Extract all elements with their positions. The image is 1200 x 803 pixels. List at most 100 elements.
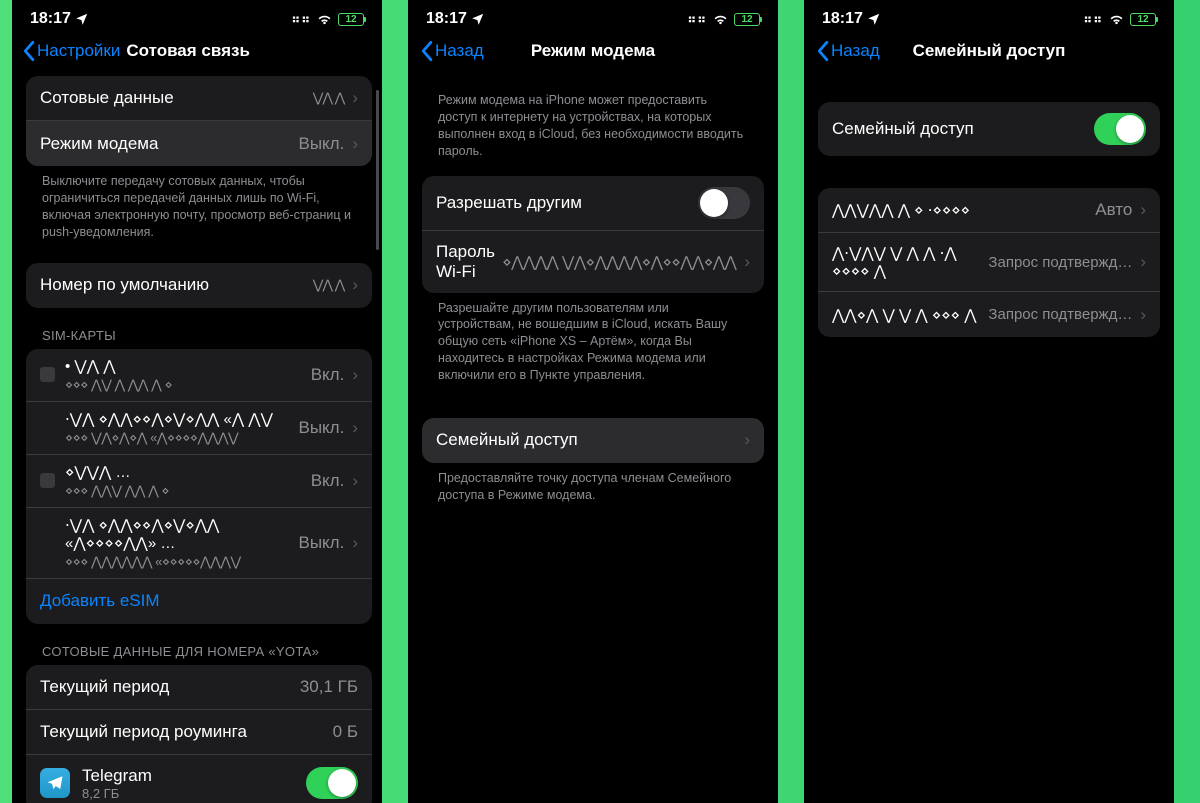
sim-row[interactable]: ⋅⋁⋀ ⋄⋀⋀⋄⋄⋀⋄⋁⋄⋀⋀ «⋀⋄⋄⋄⋄⋀⋀» … ⋄⋄⋄ ⋀⋀⋀⋀⋀⋀ «⋄… <box>26 508 372 579</box>
chevron-left-icon <box>22 40 35 62</box>
chevron-right-icon: › <box>352 275 358 295</box>
row-wifi-password[interactable]: Пароль Wi-Fi ⋄⋀⋀⋀⋀ ⋁⋀⋄⋀⋀⋀⋀⋄⋀⋄⋄⋀⋀⋄⋀⋀ › <box>422 231 764 293</box>
chevron-right-icon: › <box>352 533 358 553</box>
phone-hotspot: 18:17 ⠶⠶ 12 Назад Режим модема Режим мод… <box>408 0 778 803</box>
sim-square-icon <box>40 367 55 382</box>
label: Разрешать другим <box>436 193 698 213</box>
status-bar: 18:17 ⠶⠶ 12 <box>12 0 382 32</box>
wifi-icon <box>316 13 333 26</box>
label: Пароль Wi-Fi <box>436 242 502 282</box>
chevron-right-icon: › <box>352 88 358 108</box>
sim-name: ⋅⋁⋀ ⋄⋀⋀⋄⋄⋀⋄⋁⋄⋀⋀ «⋀⋄⋄⋄⋄⋀⋀» … <box>65 516 298 552</box>
sim-square-icon <box>40 473 55 488</box>
back-label: Назад <box>435 41 484 61</box>
sim-name: ⋄⋁⋁⋀ … <box>65 463 311 481</box>
value: Вкл. <box>311 365 345 385</box>
label: Сотовые данные <box>40 88 313 108</box>
group-family-toggle: Семейный доступ <box>818 102 1160 156</box>
label: Семейный доступ <box>436 430 736 450</box>
member-name: ⋀⋅⋁⋀⋁ ⋁ ⋀ ⋀ ⋅⋀ ⋄⋄⋄⋄ ⋀ <box>832 244 988 280</box>
row-current-period[interactable]: Текущий период 30,1 ГБ <box>26 665 372 710</box>
label: Текущий период роуминга <box>40 722 333 742</box>
sim-row[interactable]: • ⋁⋀ ⋀ ⋄⋄⋄ ⋀⋁ ⋀ ⋀⋀ ⋀ ⋄ Вкл. › <box>26 349 372 402</box>
value: 0 Б <box>333 722 358 742</box>
value: Вкл. <box>311 471 345 491</box>
nav-bar: Назад Семейный доступ <box>804 32 1174 76</box>
back-label: Настройки <box>37 41 120 61</box>
app-usage: 8,2 ГБ <box>82 786 306 801</box>
back-label: Назад <box>831 41 880 61</box>
toggle-allow-others[interactable] <box>698 187 750 219</box>
label: Режим модема <box>40 134 298 154</box>
wifi-icon <box>712 13 729 26</box>
sim-name: • ⋁⋀ ⋀ <box>65 357 311 375</box>
battery-icon: 12 <box>338 13 364 26</box>
chevron-right-icon: › <box>352 418 358 438</box>
toggle-telegram-data[interactable] <box>306 767 358 799</box>
back-button[interactable]: Назад <box>816 40 880 62</box>
member-row[interactable]: ⋀⋅⋁⋀⋁ ⋁ ⋀ ⋀ ⋅⋀ ⋄⋄⋄⋄ ⋀ Запрос подтвержд… … <box>818 233 1160 292</box>
status-time: 18:17 <box>30 10 71 28</box>
footer-family-sharing: Предоставляйте точку доступа членам Семе… <box>422 463 764 508</box>
sim-sub: ⋄⋄⋄ ⋀⋁ ⋀ ⋀⋀ ⋀ ⋄ <box>65 377 311 393</box>
status-bar: 18:17 ⠶⠶ 12 <box>804 0 1174 32</box>
chevron-right-icon: › <box>352 471 358 491</box>
scroll-indicator[interactable] <box>376 90 379 250</box>
label: Семейный доступ <box>832 119 1094 139</box>
row-allow-others[interactable]: Разрешать другим <box>422 176 764 231</box>
toggle-family-sharing[interactable] <box>1094 113 1146 145</box>
value-icon: ⋁⋀ ⋀ <box>313 90 345 106</box>
sim-sub: ⋄⋄⋄ ⋁⋀⋄⋀⋄⋀ «⋀⋄⋄⋄⋄⋀⋀⋀⋁ <box>65 430 298 446</box>
location-icon <box>867 12 881 26</box>
label: Номер по умолчанию <box>40 275 313 295</box>
nav-bar: Назад Режим модема <box>408 32 778 76</box>
footer-allow-others: Разрешайте другим пользователям или устр… <box>422 293 764 388</box>
value: Запрос подтвержд… <box>988 306 1132 323</box>
sim-name: ⋅⋁⋀ ⋄⋀⋀⋄⋄⋀⋄⋁⋄⋀⋀ «⋀ ⋀⋁ <box>65 410 298 428</box>
back-button[interactable]: Настройки <box>22 40 120 62</box>
value: Запрос подтвержд… <box>988 254 1132 271</box>
page-title: Сотовая связь <box>126 41 250 61</box>
chevron-right-icon: › <box>352 134 358 154</box>
row-family-sharing[interactable]: Семейный доступ › <box>422 418 764 463</box>
row-default-number[interactable]: Номер по умолчанию ⋁⋀ ⋀ › <box>26 263 372 308</box>
chevron-left-icon <box>816 40 829 62</box>
status-time: 18:17 <box>426 10 467 28</box>
member-row[interactable]: ⋀⋀⋁⋀⋀ ⋀ ⋄ ⋅⋄⋄⋄⋄ Авто › <box>818 188 1160 233</box>
row-hotspot[interactable]: Режим модема Выкл. › <box>26 121 372 166</box>
row-roaming-period[interactable]: Текущий период роуминга 0 Б <box>26 710 372 755</box>
row-app-telegram[interactable]: Telegram 8,2 ГБ <box>26 755 372 803</box>
sim-row[interactable]: ⋅⋁⋀ ⋄⋀⋀⋄⋄⋀⋄⋁⋄⋀⋀ «⋀ ⋀⋁ ⋄⋄⋄ ⋁⋀⋄⋀⋄⋀ «⋀⋄⋄⋄⋄⋀⋀… <box>26 402 372 455</box>
value: Выкл. <box>298 134 344 154</box>
sim-row[interactable]: ⋄⋁⋁⋀ …⋄⋄⋄ ⋀⋀⋁ ⋀⋀ ⋀ ⋄ Вкл. › <box>26 455 372 508</box>
member-name: ⋀⋀⋁⋀⋀ ⋀ ⋄ ⋅⋄⋄⋄⋄ <box>832 201 1095 219</box>
status-time: 18:17 <box>822 10 863 28</box>
label: Текущий период <box>40 677 300 697</box>
member-row[interactable]: ⋀⋀⋄⋀ ⋁ ⋁ ⋀ ⋄⋄⋄ ⋀ Запрос подтвержд… › <box>818 292 1160 337</box>
dual-sim-icon: ⠶⠶ <box>291 12 311 26</box>
group-default-number: Номер по умолчанию ⋁⋀ ⋀ › <box>26 263 372 308</box>
row-add-esim[interactable]: Добавить eSIM <box>26 579 372 624</box>
group-usage: Текущий период 30,1 ГБ Текущий период ро… <box>26 665 372 803</box>
value-icon: ⋁⋀ ⋀ <box>313 277 345 293</box>
value: 30,1 ГБ <box>300 677 358 697</box>
status-bar: 18:17 ⠶⠶ 12 <box>408 0 778 32</box>
sim-sub: ⋄⋄⋄ ⋀⋀⋀⋀⋀⋀ «⋄⋄⋄⋄⋄⋀⋀⋀⋁ <box>65 554 298 570</box>
row-cellular-data[interactable]: Сотовые данные ⋁⋀ ⋀ › <box>26 76 372 121</box>
row-family-toggle[interactable]: Семейный доступ <box>818 102 1160 156</box>
value: Выкл. <box>298 533 344 553</box>
header-sim-cards: SIM-КАРТЫ <box>26 308 372 349</box>
value: Авто <box>1095 200 1132 220</box>
footer-cellular: Выключите передачу сотовых данных, чтобы… <box>26 166 372 245</box>
chevron-right-icon: › <box>744 430 750 450</box>
battery-icon: 12 <box>1130 13 1156 26</box>
telegram-icon <box>40 768 70 798</box>
header-usage: СОТОВЫЕ ДАННЫЕ ДЛЯ НОМЕРА «YOTA» <box>26 624 372 665</box>
back-button[interactable]: Назад <box>420 40 484 62</box>
wifi-icon <box>1108 13 1125 26</box>
chevron-right-icon: › <box>352 365 358 385</box>
dual-sim-icon: ⠶⠶ <box>687 12 707 26</box>
group-family-members: ⋀⋀⋁⋀⋀ ⋀ ⋄ ⋅⋄⋄⋄⋄ Авто › ⋀⋅⋁⋀⋁ ⋁ ⋀ ⋀ ⋅⋀ ⋄⋄… <box>818 188 1160 337</box>
phone-cellular: 18:17 ⠶⠶ 12 Настройки Сотовая связь Сото… <box>12 0 382 803</box>
label: Добавить eSIM <box>40 591 160 611</box>
